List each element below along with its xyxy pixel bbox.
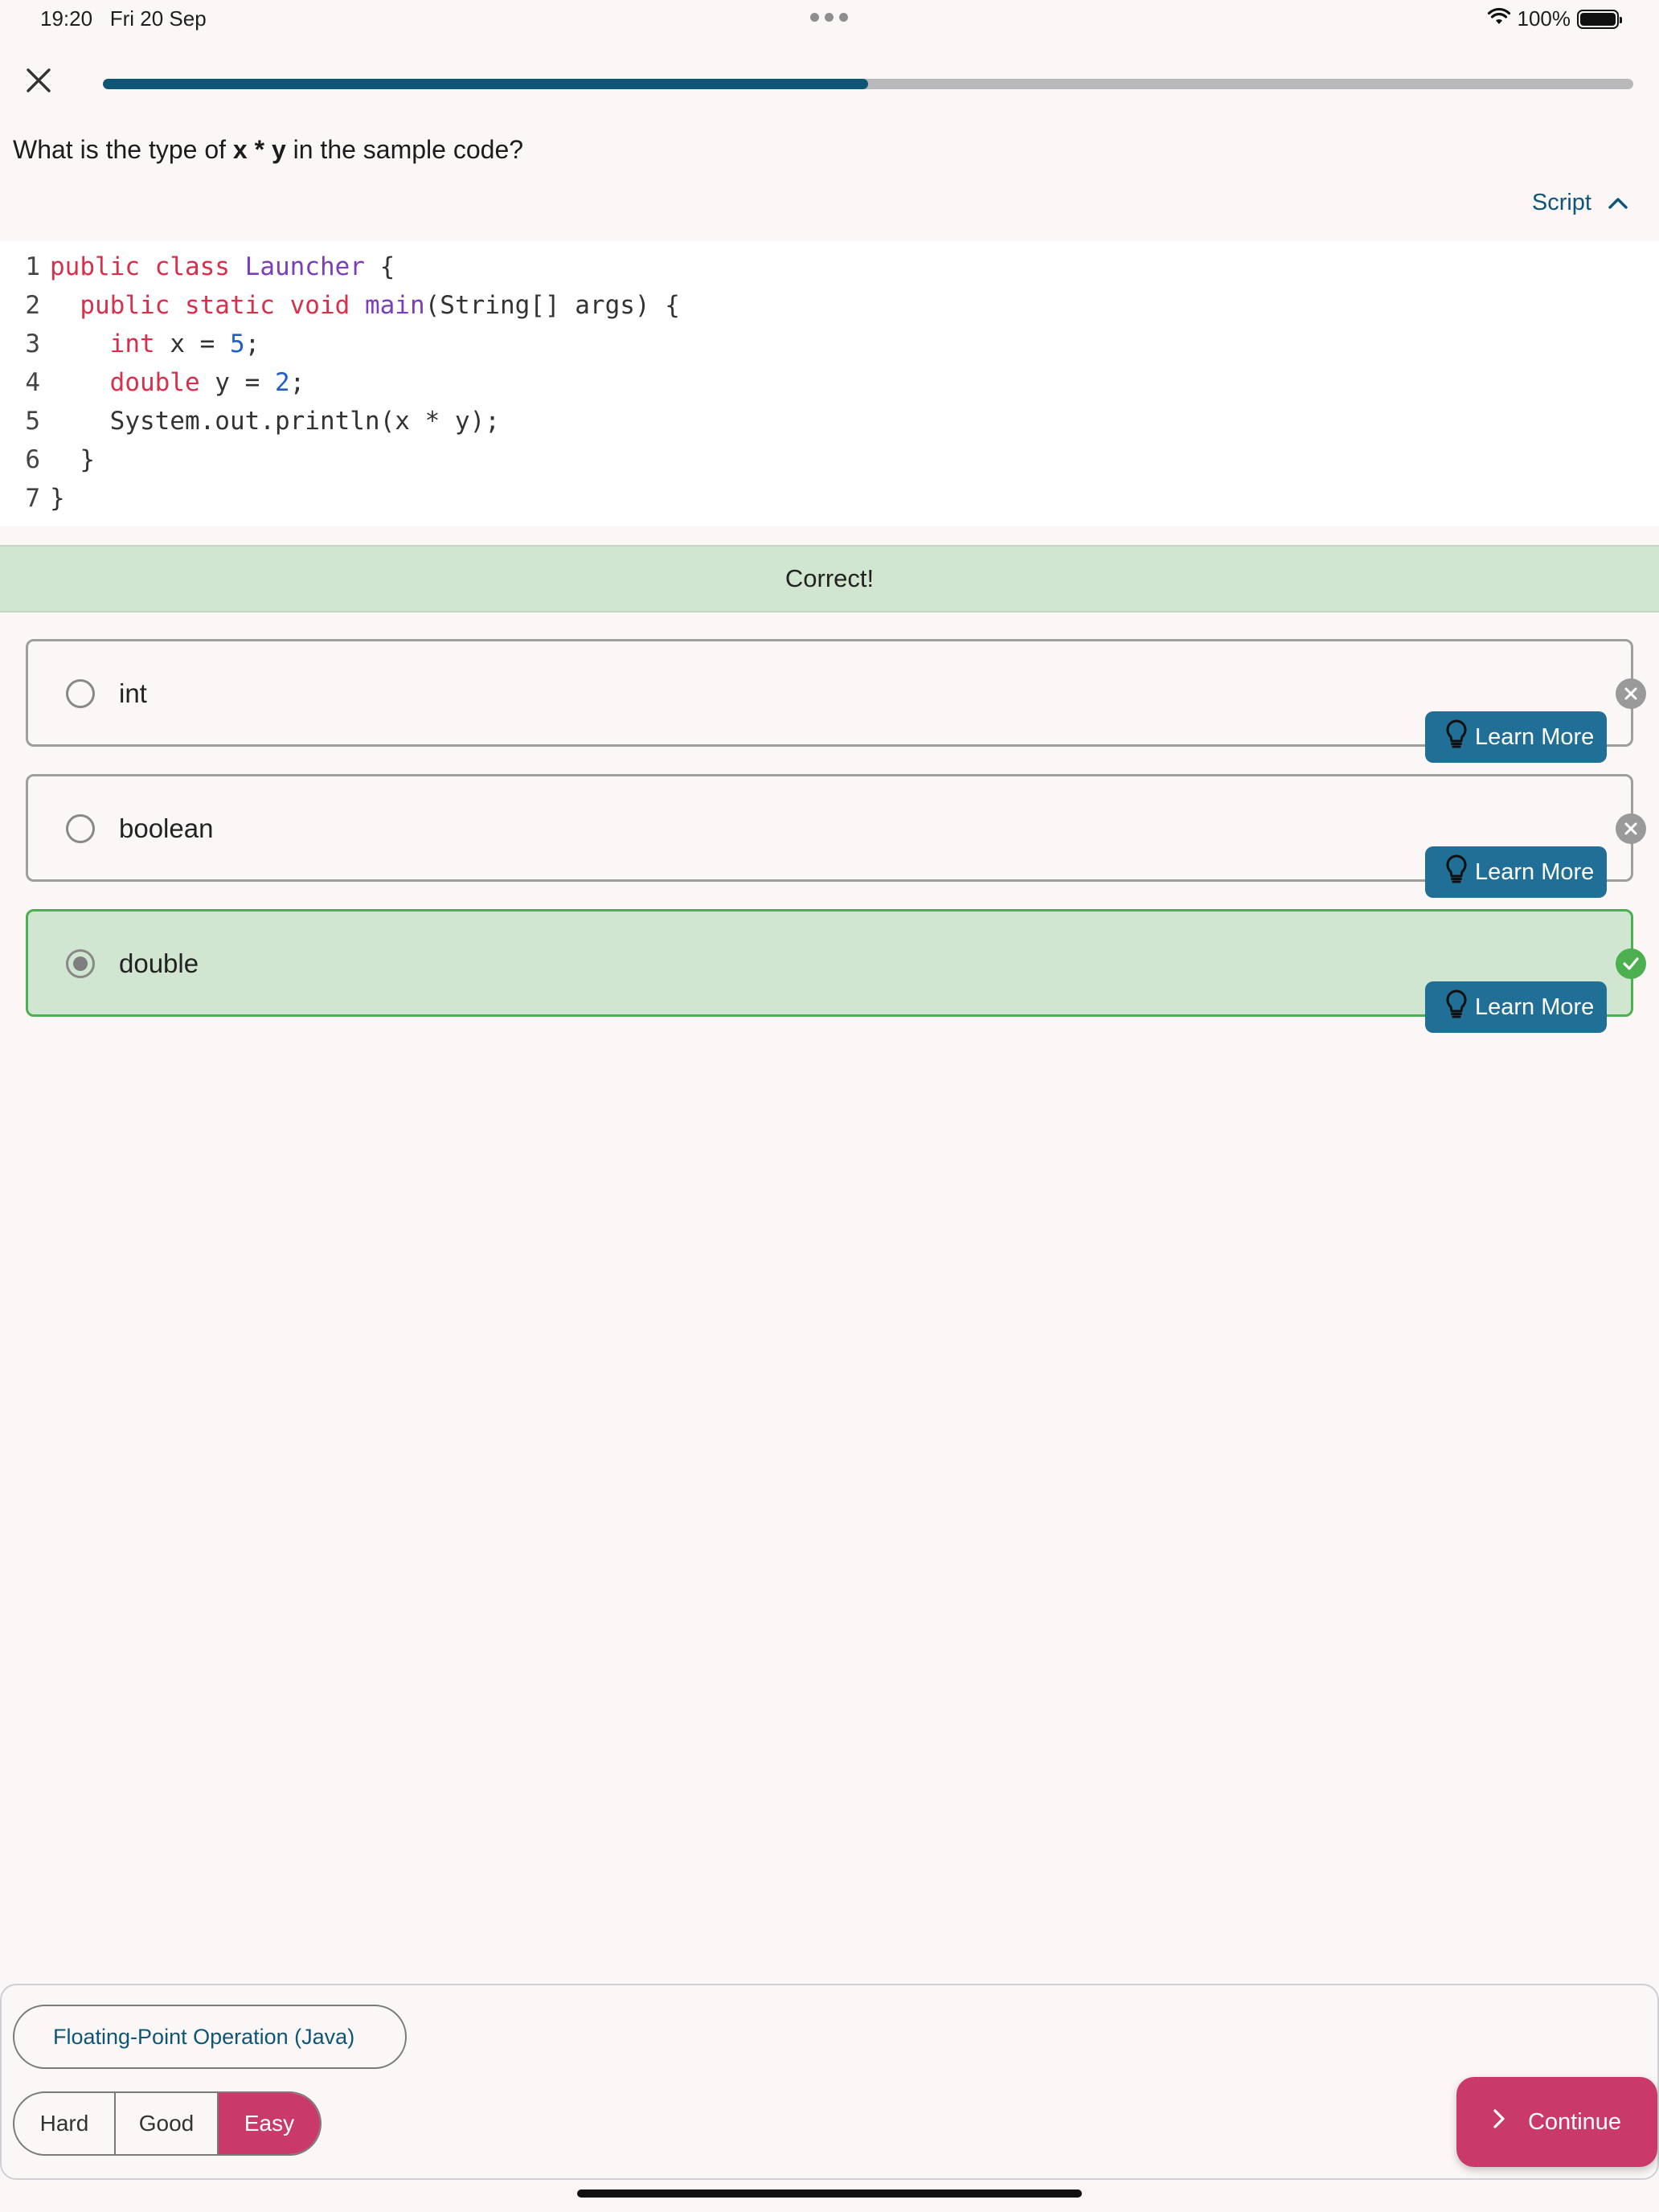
answer-option-boolean[interactable]: boolean Learn More	[26, 774, 1646, 898]
battery-percent: 100%	[1517, 6, 1571, 31]
line-number: 4	[25, 368, 40, 397]
status-bar: 19:20 Fri 20 Sep 100%	[0, 0, 1659, 39]
code-text: public static void main(String[] args) {	[80, 291, 680, 320]
status-clock: 19:20	[40, 6, 93, 31]
code-text: public class Launcher {	[50, 252, 395, 281]
code-line: 2 public static void main(String[] args)…	[0, 291, 680, 330]
radio-button[interactable]	[66, 814, 95, 843]
learn-more-label: Learn More	[1475, 858, 1595, 885]
code-text: int x = 5;	[109, 330, 260, 358]
lightbulb-icon	[1444, 719, 1469, 756]
wifi-icon	[1487, 6, 1511, 31]
option-label: boolean	[119, 813, 214, 843]
result-banner: Correct!	[0, 545, 1659, 612]
code-line: 6 }	[0, 445, 95, 484]
code-line: 7}	[0, 484, 65, 522]
script-toggle-button[interactable]: Script	[1532, 190, 1628, 216]
difficulty-good-button[interactable]: Good	[116, 2093, 219, 2154]
learn-more-button[interactable]: Learn More	[1425, 981, 1607, 1033]
multitasking-dots-icon[interactable]	[810, 13, 848, 22]
option-label: double	[119, 948, 199, 978]
close-button[interactable]	[21, 64, 56, 100]
line-number: 1	[25, 252, 40, 281]
code-line: 5 System.out.println(x * y);	[0, 407, 500, 445]
code-text: }	[80, 445, 95, 474]
code-block: 1 public class Launcher { 2 public static …	[0, 241, 1659, 526]
learn-more-button[interactable]: Learn More	[1425, 711, 1607, 763]
option-label: int	[119, 678, 147, 708]
line-number: 2	[25, 291, 40, 320]
home-indicator[interactable]	[577, 2189, 1082, 2198]
question-suffix: in the sample code?	[285, 135, 524, 164]
battery-icon	[1577, 9, 1622, 29]
bottom-panel: Floating-Point Operation (Java) Hard Goo…	[0, 1984, 1659, 2180]
line-number: 3	[25, 330, 40, 358]
result-text: Correct!	[784, 564, 875, 592]
difficulty-hard-button[interactable]: Hard	[14, 2093, 116, 2154]
code-text: System.out.println(x * y);	[109, 407, 500, 436]
incorrect-icon	[1616, 813, 1646, 844]
continue-label: Continue	[1527, 2108, 1622, 2135]
code-line: 4 double y = 2;	[0, 368, 305, 407]
code-text: }	[50, 484, 65, 513]
lightbulb-icon	[1444, 854, 1469, 891]
learn-more-label: Learn More	[1475, 993, 1595, 1020]
code-text: double y = 2;	[109, 368, 305, 397]
line-number: 5	[25, 407, 40, 436]
status-time: 19:20 Fri 20 Sep	[40, 6, 207, 31]
question-emphasis: x * y	[232, 135, 286, 164]
difficulty-selector: Hard Good Easy	[13, 2091, 322, 2156]
incorrect-icon	[1616, 678, 1646, 709]
close-icon	[25, 67, 52, 98]
radio-button[interactable]	[66, 679, 95, 708]
chevron-up-icon	[1608, 190, 1628, 216]
topic-chip[interactable]: Floating-Point Operation (Java)	[13, 2005, 407, 2069]
chevron-right-icon	[1493, 2108, 1505, 2136]
code-line: 1 public class Launcher {	[0, 252, 395, 291]
continue-button[interactable]: Continue	[1456, 2077, 1657, 2167]
question-text: What is the type of x * y in the sample …	[13, 135, 523, 165]
answer-option-double[interactable]: double Learn More	[26, 909, 1646, 1033]
answer-option-int[interactable]: int Learn More	[26, 639, 1646, 763]
topic-label: Floating-Point Operation (Java)	[53, 2024, 355, 2049]
code-line: 3 int x = 5;	[0, 330, 260, 368]
line-number: 7	[25, 484, 40, 513]
radio-button-selected[interactable]	[66, 949, 95, 978]
learn-more-button[interactable]: Learn More	[1425, 846, 1607, 898]
progress-bar	[103, 79, 1633, 89]
question-prefix: What is the type of	[13, 135, 233, 164]
progress-bar-fill	[103, 79, 868, 89]
checkmark-icon	[1616, 948, 1646, 979]
script-toggle-label: Script	[1531, 190, 1591, 215]
status-indicators: 100%	[1487, 6, 1622, 31]
line-number: 6	[25, 445, 40, 474]
status-date: Fri 20 Sep	[109, 6, 207, 31]
difficulty-easy-button[interactable]: Easy	[219, 2093, 320, 2154]
learn-more-label: Learn More	[1475, 723, 1595, 750]
lightbulb-icon	[1444, 989, 1469, 1026]
